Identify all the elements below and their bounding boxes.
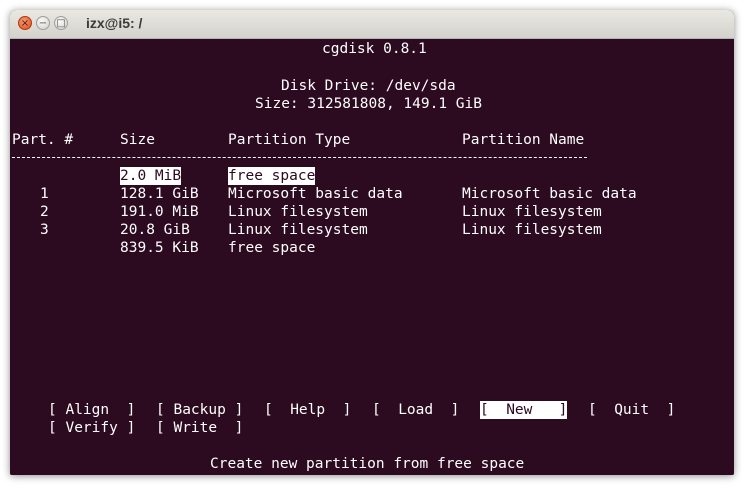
- header-size: Size: [120, 132, 155, 148]
- backup-button[interactable]: [ Backup ]: [156, 401, 243, 419]
- status-line: Create new partition from free space: [210, 456, 525, 472]
- verify-button[interactable]: [ Verify ]: [48, 419, 135, 437]
- header-part: Part. #: [12, 132, 74, 148]
- terminal-window: × − □ izx@i5: / cgdisk 0.8.1 Disk Drive:…: [10, 10, 734, 475]
- header-name: Partition Name: [462, 132, 585, 148]
- close-icon[interactable]: ×: [18, 16, 32, 30]
- header-type: Partition Type: [228, 132, 351, 148]
- row-type: Linux filesystem: [228, 204, 368, 220]
- row-part: 2: [40, 204, 49, 220]
- row-type: Microsoft basic data: [228, 186, 403, 202]
- app-title: cgdisk 0.8.1: [322, 41, 427, 57]
- row-size: 20.8 GiB: [120, 222, 190, 238]
- align-button[interactable]: [ Align ]: [48, 401, 135, 419]
- window-title: izx@i5: /: [86, 15, 143, 31]
- row-part: 3: [40, 222, 49, 238]
- row-size: 128.1 GiB: [120, 186, 199, 202]
- new-button[interactable]: [ New ]: [480, 401, 568, 419]
- row-size: 839.5 KiB: [120, 240, 199, 256]
- row-type: free space: [228, 167, 316, 185]
- write-button[interactable]: [ Write ]: [156, 419, 243, 437]
- terminal-screen[interactable]: cgdisk 0.8.1 Disk Drive: /dev/sda Size: …: [10, 39, 734, 475]
- row-name: Linux filesystem: [462, 222, 602, 238]
- header-separator: [12, 157, 587, 158]
- disk-size-label: Size: 312581808, 149.1 GiB: [255, 96, 482, 112]
- minimize-icon[interactable]: −: [36, 16, 50, 30]
- help-button[interactable]: [ Help ]: [264, 401, 351, 419]
- row-part: 1: [40, 186, 49, 202]
- disk-drive-label: Disk Drive: /dev/sda: [281, 78, 456, 94]
- maximize-icon[interactable]: □: [54, 16, 68, 30]
- row-type: free space: [228, 240, 316, 256]
- load-button[interactable]: [ Load ]: [372, 401, 459, 419]
- row-name: Linux filesystem: [462, 204, 602, 220]
- row-size: 2.0 MiB: [120, 167, 182, 185]
- quit-button[interactable]: [ Quit ]: [588, 401, 675, 419]
- title-bar[interactable]: × − □ izx@i5: /: [10, 10, 734, 39]
- row-type: Linux filesystem: [228, 222, 368, 238]
- row-name: Microsoft basic data: [462, 186, 637, 202]
- row-size: 191.0 MiB: [120, 204, 199, 220]
